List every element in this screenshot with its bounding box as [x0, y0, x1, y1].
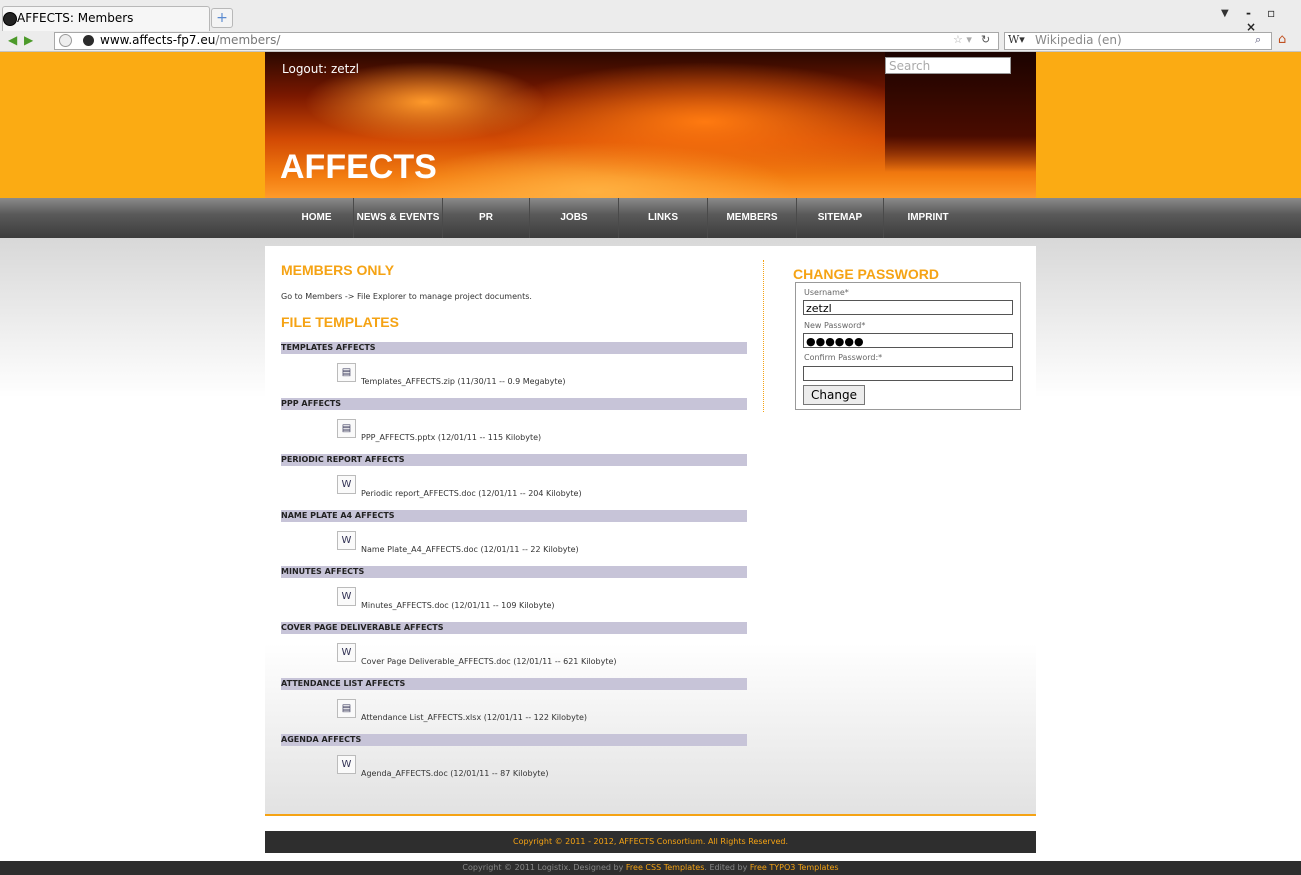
column-divider: [763, 260, 764, 412]
main-content: MEMBERS ONLY Go to Members -> File Explo…: [265, 246, 1036, 816]
generic-file-icon[interactable]: ▤: [337, 419, 356, 438]
section-header: ATTENDANCE LIST AFFECTS: [281, 678, 747, 690]
file-link[interactable]: Templates_AFFECTS.zip (11/30/11 -- 0.9 M…: [361, 377, 566, 386]
new-password-label: New Password*: [804, 321, 866, 330]
site-header: Logout: zetzl Search AFFECTS: [265, 52, 1036, 198]
username-label: Username*: [804, 288, 849, 297]
new-password-field[interactable]: ●●●●●●: [803, 333, 1013, 348]
section-header: MINUTES AFFECTS: [281, 566, 747, 578]
new-tab-button[interactable]: +: [211, 8, 233, 28]
section-header: PPP AFFECTS: [281, 398, 747, 410]
back-arrow-icon[interactable]: ◀: [8, 33, 17, 47]
file-link[interactable]: Agenda_AFFECTS.doc (12/01/11 -- 87 Kilob…: [361, 769, 548, 778]
file-link[interactable]: PPP_AFFECTS.pptx (12/01/11 -- 115 Kiloby…: [361, 433, 541, 442]
site-title: AFFECTS: [280, 148, 437, 186]
site-favicon-icon: [83, 35, 94, 46]
intro-text: Go to Members -> File Explorer to manage…: [281, 292, 532, 301]
url-text: www.affects-fp7.eu/members/: [100, 33, 281, 47]
username-field[interactable]: zetzl: [803, 300, 1013, 315]
section-header: NAME PLATE A4 AFFECTS: [281, 510, 747, 522]
change-password-form: Username* zetzl New Password* ●●●●●● Con…: [795, 282, 1021, 410]
file-link[interactable]: Name Plate_A4_AFFECTS.doc (12/01/11 -- 2…: [361, 545, 579, 554]
zip-file-icon[interactable]: ▤: [337, 363, 356, 382]
main-menu: HOME NEWS & EVENTS PR JOBS LINKS MEMBERS…: [0, 198, 1301, 238]
site-search-input[interactable]: Search: [885, 57, 1011, 74]
menu-item-imprint[interactable]: IMPRINT: [884, 198, 972, 238]
tab-list-chevron-icon[interactable]: ▼: [1221, 8, 1229, 19]
word-doc-icon[interactable]: W: [337, 531, 356, 550]
file-link[interactable]: Minutes_AFFECTS.doc (12/01/11 -- 109 Kil…: [361, 601, 555, 610]
confirm-password-label: Confirm Password:*: [804, 353, 883, 362]
menu-item-pr[interactable]: PR: [443, 198, 530, 238]
templates-heading: FILE TEMPLATES: [281, 314, 399, 330]
section-header: COVER PAGE DELIVERABLE AFFECTS: [281, 622, 747, 634]
menu-item-home[interactable]: HOME: [280, 198, 354, 238]
menu-item-members[interactable]: MEMBERS: [708, 198, 797, 238]
search-magnifier-icon[interactable]: ⌕: [1255, 33, 1261, 47]
free-typo3-templates-link[interactable]: Free TYPO3 Templates: [750, 863, 839, 872]
word-doc-icon[interactable]: W: [337, 755, 356, 774]
file-link[interactable]: Attendance List_AFFECTS.xlsx (12/01/11 -…: [361, 713, 587, 722]
generic-file-icon[interactable]: ▤: [337, 699, 356, 718]
site-footer: Copyright © 2011 - 2012, AFFECTS Consort…: [265, 831, 1036, 853]
menu-item-news-events[interactable]: NEWS & EVENTS: [354, 198, 443, 238]
menu-item-links[interactable]: LINKS: [619, 198, 708, 238]
change-password-button[interactable]: Change: [803, 385, 865, 405]
logout-link[interactable]: Logout: zetzl: [282, 62, 359, 76]
free-css-templates-link[interactable]: Free CSS Templates: [626, 863, 704, 872]
section-header: TEMPLATES AFFECTS: [281, 342, 747, 354]
forward-arrow-icon[interactable]: ▶: [24, 33, 33, 47]
url-bar[interactable]: www.affects-fp7.eu/members/ ☆ ▾ ↻: [54, 32, 999, 50]
browser-tab-bar: AFFECTS: Members + ▼ - ▫ ×: [0, 0, 1301, 34]
window-controls[interactable]: - ▫ ×: [1246, 6, 1301, 34]
browser-search-bar[interactable]: W▾ Wikipedia (en) ⌕: [1004, 32, 1272, 50]
file-link[interactable]: Periodic report_AFFECTS.doc (12/01/11 --…: [361, 489, 582, 498]
browser-nav-bar: ◀ ▶ www.affects-fp7.eu/members/ ☆ ▾ ↻ W▾…: [0, 31, 1301, 52]
tab-title: AFFECTS: Members: [17, 11, 134, 25]
browser-search-placeholder: Wikipedia (en): [1035, 33, 1122, 47]
identity-icon[interactable]: [59, 34, 72, 47]
reload-icon[interactable]: ↻: [981, 33, 990, 46]
site-favicon-icon: [3, 12, 17, 26]
word-doc-icon[interactable]: W: [337, 475, 356, 494]
word-doc-icon[interactable]: W: [337, 643, 356, 662]
change-password-title: CHANGE PASSWORD: [793, 266, 939, 282]
home-icon[interactable]: ⌂: [1278, 32, 1286, 47]
browser-tab[interactable]: AFFECTS: Members: [2, 6, 210, 31]
members-heading: MEMBERS ONLY: [281, 262, 395, 278]
section-header: PERIODIC REPORT AFFECTS: [281, 454, 747, 466]
menu-item-jobs[interactable]: JOBS: [530, 198, 619, 238]
web-page: Logout: zetzl Search AFFECTS HOME NEWS &…: [0, 52, 1301, 875]
menu-item-sitemap[interactable]: SITEMAP: [797, 198, 884, 238]
bookmark-star-icon[interactable]: ☆ ▾: [953, 33, 972, 46]
section-header: AGENDA AFFECTS: [281, 734, 747, 746]
file-link[interactable]: Cover Page Deliverable_AFFECTS.doc (12/0…: [361, 657, 617, 666]
wikipedia-engine-icon[interactable]: W▾: [1008, 33, 1025, 46]
word-doc-icon[interactable]: W: [337, 587, 356, 606]
confirm-password-field[interactable]: [803, 366, 1013, 381]
bottom-credits: Copyright © 2011 Logistix. Designed by F…: [0, 861, 1301, 875]
